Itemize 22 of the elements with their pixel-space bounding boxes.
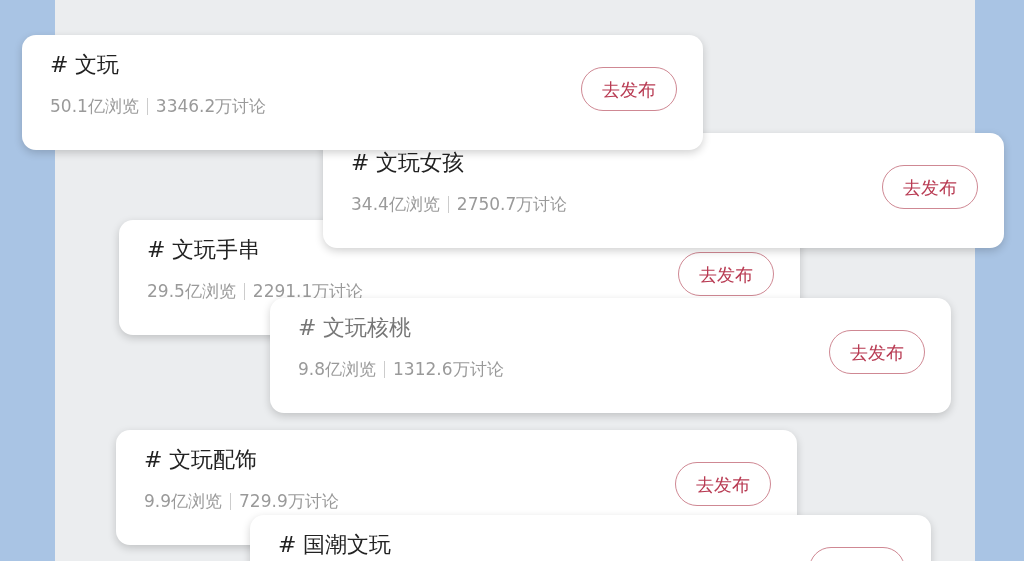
topic-card[interactable]: # 文玩 50.1亿浏览 3346.2万讨论 去发布 (22, 35, 703, 150)
topic-card[interactable]: # 文玩女孩 34.4亿浏览 2750.7万讨论 去发布 (323, 133, 1004, 248)
topic-title: # 文玩手串 (147, 236, 261, 264)
topic-title: # 文玩 (50, 51, 120, 79)
discussion-count: 1312.6万讨论 (393, 358, 504, 381)
view-count: 50.1亿浏览 (50, 95, 139, 118)
topic-card[interactable]: # 文玩核桃 9.8亿浏览 1312.6万讨论 去发布 (270, 298, 951, 413)
discussion-count: 2750.7万讨论 (456, 193, 568, 216)
publish-button[interactable]: 去发布 (581, 67, 677, 111)
view-count: 29.5亿浏览 (147, 280, 236, 303)
view-count: 9.9亿浏览 (144, 490, 223, 513)
topic-title: # 文玩女孩 (351, 149, 465, 177)
publish-button[interactable]: 去发布 (675, 462, 771, 506)
discussion-count: 3346.2万讨论 (155, 95, 267, 118)
view-count: 34.4亿浏览 (351, 193, 440, 216)
publish-button[interactable]: 去发布 (882, 165, 978, 209)
publish-button[interactable]: 去发布 (678, 252, 774, 296)
discussion-count: 729.9万讨论 (239, 490, 339, 513)
topic-title: # 文玩配饰 (144, 446, 258, 474)
view-count: 9.8亿浏览 (298, 358, 377, 381)
publish-button[interactable]: 去发布 (829, 330, 925, 374)
topic-card[interactable]: # 国潮文玩 (250, 515, 931, 561)
